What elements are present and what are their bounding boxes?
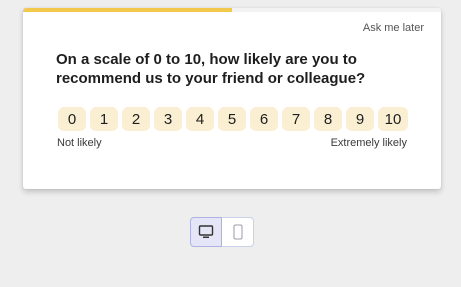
mobile-icon bbox=[233, 224, 242, 240]
rating-option-7[interactable]: 7 bbox=[282, 107, 310, 131]
desktop-icon bbox=[198, 225, 214, 238]
rating-option-8[interactable]: 8 bbox=[314, 107, 342, 131]
rating-option-1[interactable]: 1 bbox=[90, 107, 118, 131]
rating-option-5[interactable]: 5 bbox=[218, 107, 246, 131]
scale-label-low: Not likely bbox=[57, 137, 102, 149]
rating-option-3[interactable]: 3 bbox=[154, 107, 182, 131]
survey-card: Ask me later On a scale of 0 to 10, how … bbox=[23, 8, 441, 189]
rating-option-0[interactable]: 0 bbox=[58, 107, 86, 131]
rating-scale: 0 1 2 3 4 5 6 7 8 9 10 bbox=[58, 107, 408, 131]
ask-me-later-link[interactable]: Ask me later bbox=[363, 22, 424, 34]
rating-option-4[interactable]: 4 bbox=[186, 107, 214, 131]
device-preview-toggle bbox=[190, 217, 254, 247]
rating-option-9[interactable]: 9 bbox=[346, 107, 374, 131]
mobile-preview-button[interactable] bbox=[222, 217, 254, 247]
rating-option-2[interactable]: 2 bbox=[122, 107, 150, 131]
survey-question: On a scale of 0 to 10, how likely are yo… bbox=[56, 51, 366, 87]
rating-option-6[interactable]: 6 bbox=[250, 107, 278, 131]
progress-bar bbox=[23, 8, 441, 12]
desktop-preview-button[interactable] bbox=[190, 217, 222, 247]
progress-fill bbox=[23, 8, 232, 12]
rating-option-10[interactable]: 10 bbox=[378, 107, 408, 131]
scale-label-high: Extremely likely bbox=[330, 137, 407, 149]
